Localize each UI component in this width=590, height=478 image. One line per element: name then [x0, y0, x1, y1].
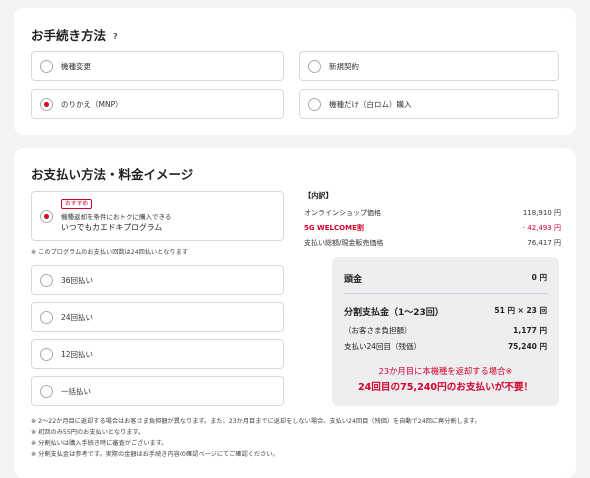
installment-label: 分割支払金（1～23回） [344, 308, 444, 318]
breakdown-title: 【内訳】 [304, 191, 333, 200]
customer-burden-value: 1,177 円 [513, 326, 547, 335]
program-note: ※ このプログラムのお支払い回数は24回払いとなります [31, 249, 188, 256]
option-label: 機種だけ（白ロム）購入 [329, 100, 412, 109]
payment-title: お支払い方法・料金イメージ [31, 167, 194, 182]
option-lump-sum[interactable]: 一括払い [31, 376, 284, 406]
option-label: 36回払い [61, 276, 94, 285]
breakdown-value: 76,417 円 [527, 239, 561, 247]
option-model-change[interactable]: 機種変更 [31, 51, 284, 81]
option-new-contract[interactable]: 新規契約 [299, 51, 559, 81]
breakdown-label: 5G WELCOME割 [304, 224, 364, 232]
breakdown-row-discount: 5G WELCOME割 - 42,493 円 [304, 223, 561, 235]
radio-icon[interactable] [40, 274, 53, 287]
installment-value: 51 円 × 23 回 [494, 306, 547, 315]
no-payment-needed-text: 24回目の75,240円のお支払いが不要！ [357, 382, 534, 393]
option-label: 新規契約 [329, 62, 359, 71]
option-device-only[interactable]: 機種だけ（白ロム）購入 [299, 89, 559, 119]
option-label: 12回払い [61, 350, 94, 359]
radio-selected-icon[interactable] [40, 210, 53, 223]
footnote: ※ 初回のみ55円のお支払いとなります。 [31, 429, 145, 436]
option-12-installments[interactable]: 12回払い [31, 339, 284, 369]
breakdown-value: 118,910 円 [522, 209, 561, 217]
customer-burden-label: （お客さま負担額） [344, 326, 412, 335]
down-payment-value: 0 円 [531, 273, 547, 282]
radio-icon[interactable] [308, 98, 321, 111]
breakdown-row-online-price: オンラインショップ価格 118,910 円 [304, 208, 561, 220]
footnote: ※ 2～22か月目に返却する場合はお客さま負担額が異なります。また、23か月目ま… [31, 418, 481, 425]
option-36-installments[interactable]: 36回払い [31, 265, 284, 295]
payment-summary: 頭金 0 円 分割支払金（1～23回） 51 円 × 23 回 （お客さま負担額… [332, 257, 559, 406]
return-condition-text: 23か月目に本機種を返却する場合※ [378, 366, 513, 376]
option-label: 一括払い [61, 387, 91, 396]
help-icon[interactable]: ? [113, 32, 118, 41]
option-label: 機種変更 [61, 62, 91, 71]
final-payment-value: 75,240 円 [507, 342, 547, 351]
radio-selected-icon[interactable] [40, 98, 53, 111]
radio-icon[interactable] [40, 311, 53, 324]
footnote: ※ 分割払いは購入手続き時に審査がございます。 [31, 440, 168, 447]
procedure-card: お手続き方法? 機種変更 新規契約 のりかえ（MNP） 機種だけ（白ロム）購入 [14, 8, 576, 135]
breakdown-label: 支払い総額/現金販売価格 [304, 239, 384, 247]
program-description: 機種返却を条件におトクに購入できる [61, 213, 172, 221]
radio-icon[interactable] [40, 385, 53, 398]
recommended-badge: おすすめ [61, 199, 93, 209]
option-kaedoki-program[interactable]: おすすめ 機種返却を条件におトクに購入できる いつでもカエドキプログラム [31, 191, 284, 241]
option-24-installments[interactable]: 24回払い [31, 302, 284, 332]
final-payment-label: 支払い24回目（残価） [344, 342, 422, 351]
option-mnp[interactable]: のりかえ（MNP） [31, 89, 284, 119]
radio-icon[interactable] [40, 348, 53, 361]
program-name: いつでもカエドキプログラム [61, 223, 163, 232]
breakdown-label: オンラインショップ価格 [304, 209, 381, 217]
procedure-title: お手続き方法? [31, 25, 118, 44]
option-label: のりかえ（MNP） [61, 100, 123, 109]
breakdown-value: - 42,493 円 [522, 224, 561, 232]
option-label: 24回払い [61, 313, 94, 322]
procedure-title-text: お手続き方法 [31, 28, 107, 43]
footnote: ※ 分割支払金は参考です。実際の金額はお手続き内容の確認ページにてご確認ください… [31, 451, 279, 458]
radio-icon[interactable] [308, 60, 321, 73]
breakdown-row-total: 支払い総額/現金販売価格 76,417 円 [304, 238, 561, 250]
payment-card: お支払い方法・料金イメージ おすすめ 機種返却を条件におトクに購入できる いつで… [14, 148, 576, 478]
down-payment-label: 頭金 [344, 275, 363, 285]
radio-icon[interactable] [40, 60, 53, 73]
divider [344, 293, 547, 294]
